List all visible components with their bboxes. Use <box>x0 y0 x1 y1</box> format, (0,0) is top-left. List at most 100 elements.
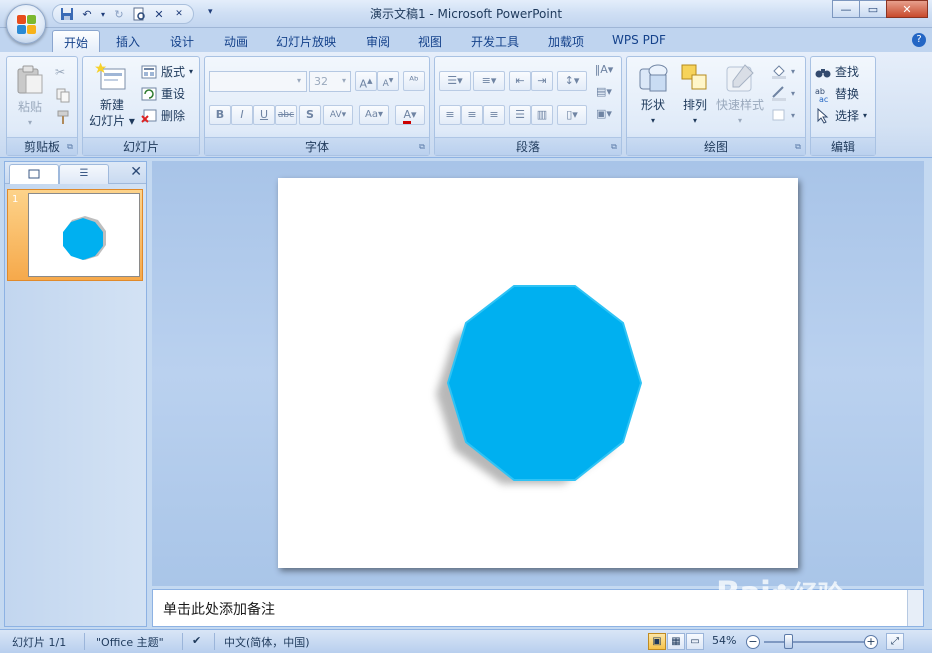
tab-animation[interactable]: 动画 <box>214 30 258 52</box>
zoom-slider-knob[interactable] <box>784 634 793 649</box>
replace-button[interactable]: ab ac 替换 <box>815 85 859 102</box>
shapes-button[interactable]: 形状 ▾ <box>633 61 673 129</box>
zoom-level[interactable]: 54% <box>712 634 736 647</box>
grow-font-icon[interactable]: A▲ <box>355 71 377 91</box>
close-pane-icon[interactable]: ✕ <box>130 164 142 180</box>
tab-addins[interactable]: 加载项 <box>538 30 594 52</box>
char-spacing-icon[interactable]: AV▾ <box>323 105 353 125</box>
zoom-slider-track[interactable] <box>764 641 864 643</box>
increase-indent-icon[interactable]: ⇥ <box>531 71 553 91</box>
normal-view-button[interactable]: ▣ <box>648 633 666 650</box>
delete-slide-icon <box>141 109 157 123</box>
font-color-icon[interactable]: A▾ <box>395 105 425 125</box>
tab-home[interactable]: 开始 <box>52 30 100 52</box>
copy-icon[interactable] <box>55 87 71 103</box>
tab-wps-pdf[interactable]: WPS PDF <box>604 30 674 52</box>
maximize-button[interactable]: ▭ <box>859 0 887 18</box>
font-name-field[interactable] <box>209 71 307 92</box>
layout-button[interactable]: 版式 ▾ <box>141 63 193 80</box>
slide-thumbnail[interactable] <box>28 193 140 277</box>
format-painter-icon[interactable] <box>55 109 71 125</box>
fit-to-window-button[interactable]: ⤢ <box>886 633 904 650</box>
notes-placeholder[interactable]: 单击此处添加备注 <box>163 599 275 619</box>
clipboard-launcher-icon[interactable]: ⧉ <box>65 142 75 152</box>
align-text-icon[interactable]: ▤▾ <box>593 83 615 103</box>
new-slide-button[interactable]: 新建 幻灯片 ▾ <box>87 61 137 129</box>
change-case-icon[interactable]: Aa▾ <box>359 105 389 125</box>
strikethrough-icon[interactable]: abc <box>275 105 297 125</box>
quick-styles-button[interactable]: 快速样式 ▾ <box>715 61 765 129</box>
title-bar: ↶ ▾ ↻ ✕ ✕ ▾ 演示文稿1 - Microsoft PowerPoint… <box>0 0 932 44</box>
reset-icon <box>141 87 157 100</box>
minimize-button[interactable]: — <box>832 0 860 18</box>
group-label-drawing: 绘图 <box>627 137 805 155</box>
help-icon[interactable]: ? <box>912 33 926 47</box>
align-center-icon[interactable]: ≡ <box>461 105 483 125</box>
zoom-out-button[interactable]: − <box>746 635 760 649</box>
italic-icon[interactable]: I <box>231 105 253 125</box>
group-label-font: 字体 <box>205 137 429 155</box>
tab-slides-thumbnails[interactable] <box>9 164 59 184</box>
clear-format-icon[interactable]: ᴬᵇ <box>403 71 425 91</box>
group-label-slides: 幻灯片 <box>83 137 199 155</box>
spell-check-icon[interactable]: ✔ <box>192 634 201 647</box>
slide-canvas[interactable] <box>278 178 798 568</box>
slide-sorter-view-button[interactable]: ▦ <box>667 633 685 650</box>
tab-review[interactable]: 审阅 <box>356 30 400 52</box>
tab-design[interactable]: 设计 <box>160 30 204 52</box>
tab-insert[interactable]: 插入 <box>106 30 150 52</box>
shrink-font-icon[interactable]: A▼ <box>377 71 399 91</box>
tab-view[interactable]: 视图 <box>408 30 452 52</box>
notes-scrollbar[interactable] <box>907 590 923 626</box>
group-paragraph: ☰▾ ≡▾ ⇤ ⇥ ↕▾ ‖A▾ ▤▾ ▣▾ ≡ ≡ ≡ ☰ ▥ ▯▾ 段落 ⧉ <box>434 56 622 156</box>
baidu-watermark: Bai✿经验 <box>716 574 843 612</box>
delete-slide-button[interactable]: 删除 <box>141 107 185 124</box>
select-button[interactable]: 选择 ▾ <box>815 107 867 124</box>
slide-svg <box>436 285 643 484</box>
paragraph-launcher-icon[interactable]: ⧉ <box>609 142 619 152</box>
decrease-indent-icon[interactable]: ⇤ <box>509 71 531 91</box>
decagon-shape[interactable] <box>446 285 643 481</box>
slide-thumbnail-selected[interactable]: 1 <box>7 189 143 281</box>
align-left-icon[interactable]: ≡ <box>439 105 461 125</box>
shape-fill-icon[interactable]: ▾ <box>771 63 795 79</box>
arrange-button[interactable]: 排列 ▾ <box>675 61 715 129</box>
font-launcher-icon[interactable]: ⧉ <box>417 142 427 152</box>
slideshow-view-button[interactable]: ▭ <box>686 633 704 650</box>
slides-pane: ☰ ✕ 1 <box>4 161 147 627</box>
close-window-button[interactable]: ✕ <box>886 0 928 18</box>
office-button[interactable] <box>6 4 46 44</box>
ribbon: 粘贴 ▾ ✂ 剪贴板 ⧉ 新建 幻灯片 ▾ 版式 ▾ 重设 删除 幻灯片 ▾ 3… <box>0 52 932 158</box>
line-spacing-icon[interactable]: ↕▾ <box>557 71 587 91</box>
reset-button[interactable]: 重设 <box>141 85 185 102</box>
bold-icon[interactable]: B <box>209 105 231 125</box>
numbering-icon[interactable]: ≡▾ <box>473 71 505 91</box>
underline-icon[interactable]: U <box>253 105 275 125</box>
justify-icon[interactable]: ☰ <box>509 105 531 125</box>
cut-icon[interactable]: ✂ <box>55 65 65 79</box>
tab-developer[interactable]: 开发工具 <box>462 30 528 52</box>
group-label-editing: 编辑 <box>811 137 875 155</box>
group-label-paragraph: 段落 <box>435 137 621 155</box>
drawing-launcher-icon[interactable]: ⧉ <box>793 142 803 152</box>
window-controls: — ▭ ✕ <box>832 0 928 18</box>
font-size-dropdown-icon[interactable]: ▾ <box>342 76 346 85</box>
shape-effects-icon[interactable]: ▾ <box>771 107 795 123</box>
text-direction-icon[interactable]: ‖A▾ <box>593 61 615 81</box>
shape-outline-icon[interactable]: ▾ <box>771 85 795 101</box>
distribute-icon[interactable]: ▥ <box>531 105 553 125</box>
find-button[interactable]: 查找 <box>815 63 859 80</box>
paste-button[interactable]: 粘贴 ▾ <box>13 63 47 131</box>
font-name-dropdown-icon[interactable]: ▾ <box>297 76 301 85</box>
tab-outline[interactable]: ☰ <box>59 164 109 184</box>
slide-number: 1 <box>12 194 19 205</box>
columns-icon[interactable]: ▯▾ <box>557 105 587 125</box>
status-slide-count: 幻灯片 1/1 <box>12 636 67 649</box>
bullets-icon[interactable]: ☰▾ <box>439 71 471 91</box>
status-bar: 幻灯片 1/1 "Office 主题" ✔ 中文(简体，中国) ▣ ▦ ▭ 54… <box>0 629 932 653</box>
smartart-icon[interactable]: ▣▾ <box>593 105 615 125</box>
tab-slideshow[interactable]: 幻灯片放映 <box>268 30 344 52</box>
shadow-icon[interactable]: S <box>299 105 321 125</box>
align-right-icon[interactable]: ≡ <box>483 105 505 125</box>
zoom-in-button[interactable]: + <box>864 635 878 649</box>
